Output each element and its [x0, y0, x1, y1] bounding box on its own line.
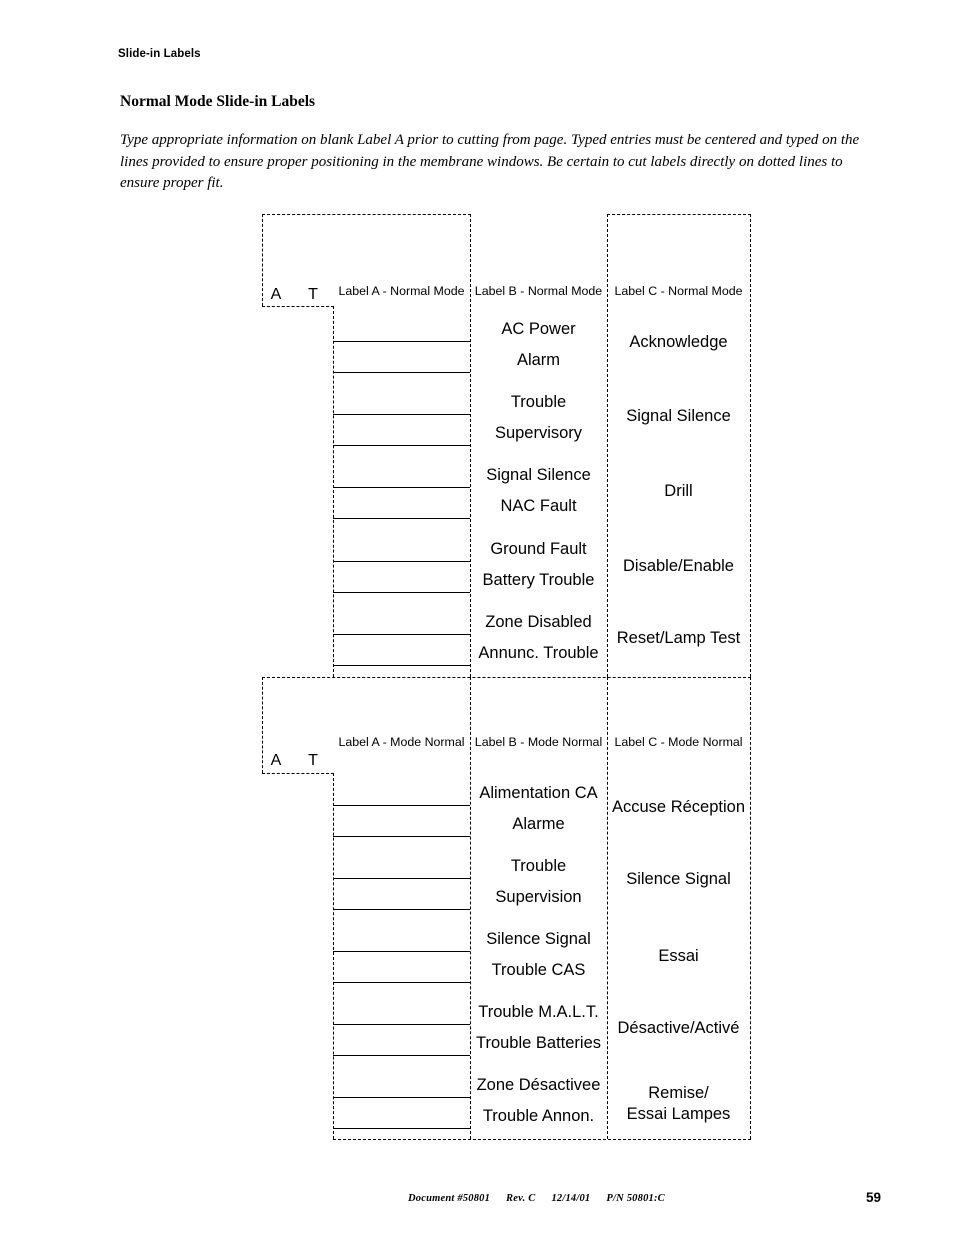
footer: Document #50801 Rev. C 12/14/01 P/N 50801:C	[408, 1193, 681, 1204]
section2-at-box-bottom	[262, 773, 334, 774]
section1-header-label-b: Label B - Normal Mode	[474, 284, 603, 298]
section1-label-b-entry: Battery Trouble	[482, 571, 595, 589]
section1-label-b-entry: AC Power	[501, 320, 576, 338]
intro-paragraph: Type appropriate information on blank La…	[120, 132, 860, 191]
section1-header-label-c: Label C - Normal Mode	[614, 284, 743, 298]
section1-label-b-entry: Trouble	[510, 393, 567, 411]
section1-label-b-entry: Signal Silence	[486, 466, 591, 484]
section2-header-label-a: Label A - Mode Normal	[338, 735, 465, 749]
section2-label-b-entry: Silence Signal	[486, 930, 591, 948]
section2-bottom-border	[333, 1139, 751, 1140]
section2-label-b-entry: Supervision	[495, 888, 582, 906]
label-a-write-line	[333, 561, 470, 562]
section1-corner-mark-a: A	[270, 286, 282, 303]
label-a-write-line	[333, 878, 470, 879]
section1-label-a-left-border	[333, 306, 334, 677]
section1-label-b-entry: NAC Fault	[500, 497, 577, 515]
label-a-write-line	[333, 445, 470, 446]
section2-corner-mark-a: A	[270, 752, 282, 769]
section2-label-b-entry: Alarme	[512, 815, 565, 833]
section1-label-b-entry: Ground Fault	[490, 540, 587, 558]
section1-at-box-bottom	[262, 306, 334, 307]
label-a-write-line	[333, 1024, 470, 1025]
section1-label-c-entry: Reset/Lamp Test	[616, 629, 741, 647]
section1-label-c-entry: Signal Silence	[626, 407, 731, 425]
label-a-write-line	[333, 487, 470, 488]
section2-corner-mark-t: T	[308, 752, 318, 769]
section2-label-b-entry: Trouble	[510, 857, 567, 875]
label-a-write-line	[333, 805, 470, 806]
label-a-write-line	[333, 836, 470, 837]
section1-left-border-upper	[262, 214, 263, 306]
section1-right-border	[750, 214, 751, 677]
label-a-write-line	[333, 909, 470, 910]
section1-label-b-entry: Annunc. Trouble	[478, 644, 599, 662]
footer-document: Document #50801	[408, 1193, 491, 1204]
label-a-write-line	[333, 372, 470, 373]
section1-header-label-a: Label A - Normal Mode	[338, 284, 465, 298]
section1-label-c-entry: Acknowledge	[629, 333, 728, 351]
label-a-write-line	[333, 1097, 470, 1098]
section2-label-a-left-border	[333, 773, 334, 1139]
section2-label-b-entry: Trouble Batteries	[475, 1034, 602, 1052]
section1-corner-mark-t: T	[308, 286, 318, 303]
section1-label-b-entry: Zone Disabled	[485, 613, 592, 631]
section2-right-border	[750, 677, 751, 1139]
label-a-write-line	[333, 592, 470, 593]
section2-label-b-entry: Trouble M.A.L.T.	[478, 1003, 599, 1021]
footer-part-number: P/N 50801:C	[606, 1193, 665, 1204]
label-a-write-line	[333, 518, 470, 519]
page-title: Normal Mode Slide-in Labels	[120, 93, 316, 110]
section1-label-c-entry: Drill	[664, 482, 693, 500]
section2-label-b-entry: Trouble CAS	[491, 961, 586, 979]
section2-label-c-entry: Remise/ Essai Lampes	[626, 1084, 731, 1123]
footer-revision: Rev. C	[506, 1193, 536, 1204]
section-divider	[262, 677, 751, 678]
footer-date: 12/14/01	[551, 1193, 591, 1204]
section1-top-border-ab	[262, 214, 471, 215]
label-a-write-line	[333, 1055, 470, 1056]
section2-left-border-upper	[262, 677, 263, 773]
section2-label-c-entry: Accuse Réception	[612, 798, 745, 816]
section1-label-b-entry: Supervisory	[494, 424, 583, 442]
section1-label-c-entry: Disable/Enable	[623, 557, 734, 575]
section1-top-border-c	[607, 214, 751, 215]
section2-header-label-b: Label B - Mode Normal	[474, 735, 603, 749]
page-number: 59	[866, 1190, 882, 1205]
section2-header-label-c: Label C - Mode Normal	[614, 735, 743, 749]
section2-label-b-entry: Trouble Annon.	[482, 1107, 595, 1125]
section2-label-b-entry: Zone Désactivee	[476, 1076, 601, 1094]
label-a-write-line	[333, 341, 470, 342]
label-a-write-line	[333, 665, 470, 666]
section2-label-c-entry: Essai	[658, 947, 699, 965]
section2-label-c-entry: Silence Signal	[626, 870, 731, 888]
running-head: Slide-in Labels	[118, 48, 201, 60]
label-a-write-line	[333, 634, 470, 635]
section2-label-c-entry: Désactive/Activé	[617, 1019, 740, 1037]
label-a-write-line	[333, 414, 470, 415]
label-a-write-line	[333, 951, 470, 952]
section2-label-b-entry: Alimentation CA	[479, 784, 598, 802]
label-a-write-line	[333, 1128, 470, 1129]
label-a-write-line	[333, 982, 470, 983]
section1-label-b-entry: Alarm	[516, 351, 561, 369]
